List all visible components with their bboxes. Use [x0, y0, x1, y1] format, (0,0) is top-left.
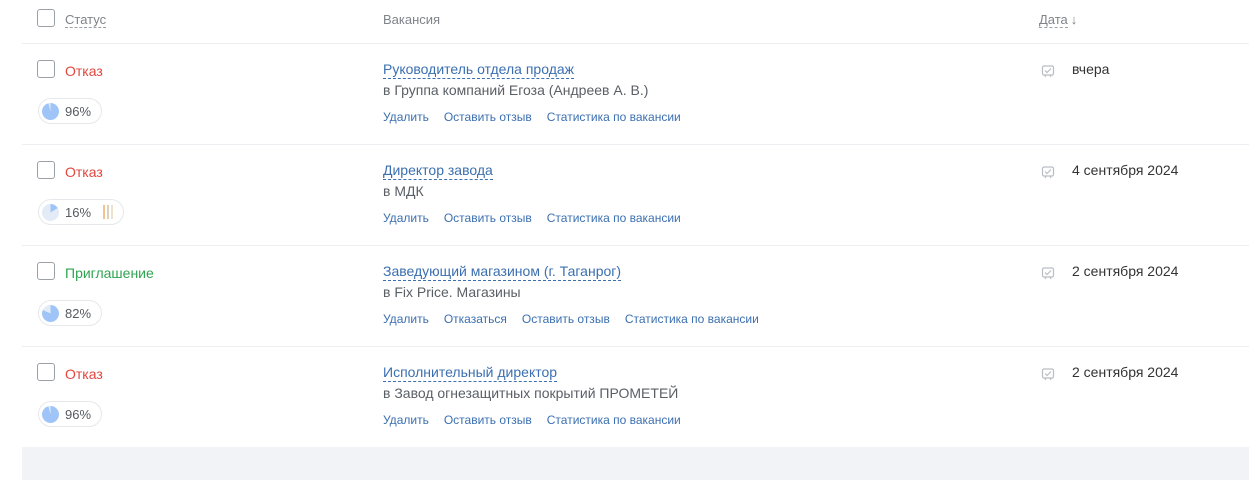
vacancy-column-header: Вакансия	[383, 12, 441, 27]
vacancy-title-link[interactable]: Исполнительный директор	[383, 364, 558, 382]
company-name: в Завод огнезащитных покрытий ПРОМЕТЕЙ	[383, 385, 679, 401]
viewed-icon	[1041, 267, 1055, 280]
viewed-icon	[1041, 65, 1055, 78]
sort-arrow-icon: ↓	[1070, 12, 1078, 27]
row-checkbox[interactable]	[37, 60, 55, 78]
action-link[interactable]: Оставить отзыв	[444, 110, 532, 124]
action-link[interactable]: Оставить отзыв	[444, 211, 532, 225]
action-link[interactable]: Отказаться	[444, 312, 507, 326]
match-pie-icon	[42, 203, 59, 221]
match-badge: 96%	[38, 98, 103, 124]
match-percent: 96%	[65, 103, 92, 119]
status-label: Отказ	[65, 164, 103, 180]
match-pie-icon	[42, 304, 59, 322]
row-actions: Удалить Отказаться Оставить отзыв Статистик…	[383, 312, 759, 326]
action-link[interactable]: Удалить	[383, 211, 429, 225]
status-column-header[interactable]: Статус	[65, 13, 107, 28]
row-checkbox[interactable]	[37, 363, 55, 381]
action-link[interactable]: Оставить отзыв	[444, 413, 532, 427]
action-link[interactable]: Удалить	[383, 413, 429, 427]
table-row: Отказ 16% Директор завода в МДК Удалить Остав…	[22, 145, 1249, 246]
table-row: Отказ 96% Руководитель отдела продаж в Груп…	[22, 44, 1249, 145]
viewed-icon	[1041, 166, 1055, 179]
match-badge: 16%	[38, 199, 125, 225]
response-date: 2 сентября 2024	[1072, 263, 1179, 279]
date-column-label: Дата	[1039, 12, 1068, 28]
status-label: Отказ	[65, 63, 103, 79]
table-row: Отказ 96% Исполнительный директор в Завод о…	[22, 347, 1249, 448]
select-all-checkbox[interactable]	[37, 9, 55, 27]
vacancy-title-link[interactable]: Директор завода	[383, 162, 493, 180]
response-date: 4 сентября 2024	[1072, 162, 1179, 178]
action-link[interactable]: Удалить	[383, 312, 429, 326]
action-link[interactable]: Статистика по вакансии	[547, 413, 681, 427]
action-link[interactable]: Статистика по вакансии	[547, 211, 681, 225]
company-name: в Группа компаний Егоза (Андреев А. В.)	[383, 82, 649, 98]
row-actions: Удалить Оставить отзыв Статистика по вакан…	[383, 110, 681, 124]
row-checkbox[interactable]	[37, 161, 55, 179]
action-link[interactable]: Статистика по вакансии	[547, 110, 681, 124]
match-pie-icon	[42, 102, 59, 120]
response-date: вчера	[1072, 61, 1110, 77]
match-pie-icon	[42, 405, 59, 423]
responses-table: Статус Вакансия Дата ↓ Отказ 96% Руководите…	[22, 0, 1249, 448]
match-badge: 82%	[38, 300, 103, 326]
table-header: Статус Вакансия Дата ↓	[22, 0, 1249, 44]
vacancy-title-link[interactable]: Заведующий магазином (г. Таганрог)	[383, 263, 622, 281]
company-name: в Fix Price. Магазины	[383, 284, 521, 300]
company-name: в МДК	[383, 183, 424, 199]
response-date: 2 сентября 2024	[1072, 364, 1179, 380]
match-badge: 96%	[38, 401, 103, 427]
date-column-header[interactable]: Дата ↓	[1039, 12, 1078, 28]
table-row: Приглашение 82% Заведующий магазином (г. Т…	[22, 246, 1249, 347]
vacancy-title-link[interactable]: Руководитель отдела продаж	[383, 61, 575, 79]
match-percent: 96%	[65, 406, 92, 422]
status-label: Отказ	[65, 366, 103, 382]
action-link[interactable]: Удалить	[383, 110, 429, 124]
row-actions: Удалить Оставить отзыв Статистика по вакан…	[383, 413, 681, 427]
match-percent: 16%	[65, 204, 92, 220]
footer-band	[22, 447, 1249, 480]
action-link[interactable]: Статистика по вакансии	[625, 312, 759, 326]
match-percent: 82%	[65, 305, 92, 321]
row-checkbox[interactable]	[37, 262, 55, 280]
viewed-icon	[1041, 368, 1055, 381]
low-match-bars-icon	[103, 205, 114, 219]
action-link[interactable]: Оставить отзыв	[522, 312, 610, 326]
row-actions: Удалить Оставить отзыв Статистика по вакан…	[383, 211, 681, 225]
status-label: Приглашение	[65, 265, 154, 281]
